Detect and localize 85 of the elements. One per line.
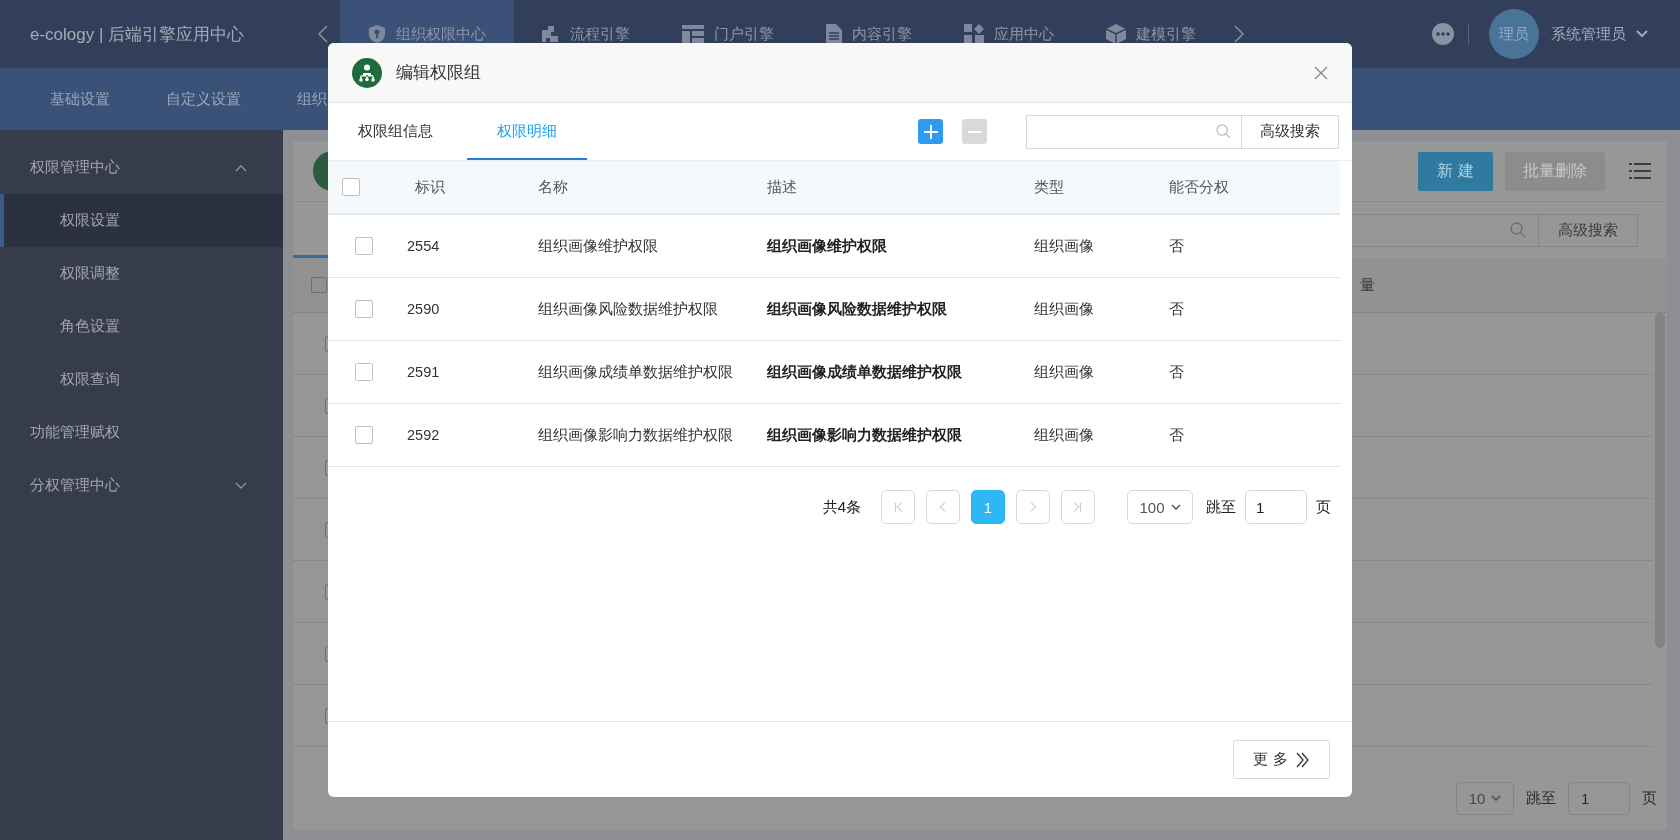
jump-label: 跳至 xyxy=(1526,788,1556,808)
nav-tab[interactable]: 门户引擎 xyxy=(656,0,800,68)
caret-icon[interactable] xyxy=(1636,30,1648,38)
sidebar-item[interactable]: 权限管理中心 xyxy=(0,141,283,194)
sidebar-subitem[interactable]: 权限查询 xyxy=(0,353,283,406)
table-cell: 组织画像 xyxy=(1034,300,1094,317)
caret-icon xyxy=(1491,795,1502,801)
puzzle-icon xyxy=(540,24,560,44)
document-icon xyxy=(826,24,842,44)
checkbox[interactable] xyxy=(355,426,373,444)
dialog-tab[interactable]: 权限组信息 xyxy=(328,103,463,160)
dialog-tab[interactable]: 权限明细 xyxy=(467,103,587,160)
org-chart-icon xyxy=(352,57,382,88)
search-icon xyxy=(1216,124,1231,139)
sidebar-subitem[interactable]: 权限设置 xyxy=(0,194,283,247)
table-cell: 否 xyxy=(1169,237,1184,254)
page-input[interactable]: 1 xyxy=(1568,781,1630,815)
column-header: 能否分权 xyxy=(1169,177,1229,195)
plus-icon xyxy=(923,124,938,139)
table-cell: 组织画像 xyxy=(1034,426,1094,443)
table-cell: 组织画像维护权限 xyxy=(538,237,658,254)
sub-nav-item[interactable]: 自定义设置 xyxy=(166,89,241,109)
checkbox[interactable] xyxy=(342,178,360,196)
checkbox[interactable] xyxy=(355,237,373,255)
list-icon[interactable] xyxy=(1629,162,1651,180)
advanced-search-button[interactable]: 高级搜索 xyxy=(1538,213,1638,247)
total-count: 共4条 xyxy=(822,497,861,517)
app-title: e-cology | 后端引擎应用中心 xyxy=(30,23,246,46)
sub-nav-item[interactable]: 基础设置 xyxy=(50,89,110,109)
nav-tab[interactable]: 内容引擎 xyxy=(800,0,938,68)
sidebar-item[interactable]: 分权管理中心 xyxy=(0,459,283,512)
page-size-select[interactable]: 10 xyxy=(1456,781,1514,815)
nav-tab[interactable]: 应用中心 xyxy=(938,0,1080,68)
table-cell: 组织画像影响力数据维护权限 xyxy=(767,426,962,443)
table-cell: 2590 xyxy=(407,301,440,317)
blocks-icon xyxy=(964,24,984,44)
page-button[interactable]: 1 xyxy=(971,490,1005,524)
column-header: 描述 xyxy=(767,177,797,195)
minus-icon xyxy=(967,130,982,133)
advanced-search-button[interactable]: 高级搜索 xyxy=(1241,114,1339,149)
table-cell: 组织画像影响力数据维护权限 xyxy=(538,426,733,443)
page-unit: 页 xyxy=(1642,788,1657,808)
table-cell: 否 xyxy=(1169,363,1184,380)
checkbox[interactable] xyxy=(311,277,327,293)
column-header: 标识 xyxy=(415,177,445,195)
table-cell: 否 xyxy=(1169,426,1184,443)
nav-tab[interactable]: 流程引擎 xyxy=(514,0,656,68)
sidebar-subitem[interactable]: 权限调整 xyxy=(0,247,283,300)
table-cell: 否 xyxy=(1169,300,1184,317)
table-cell: 组织画像 xyxy=(1034,363,1094,380)
table-cell: 组织画像维护权限 xyxy=(767,237,887,254)
shield-icon xyxy=(368,24,386,44)
column-header: 量 xyxy=(1360,275,1375,295)
sub-nav-item[interactable]: 组织 xyxy=(297,89,327,109)
column-header: 类型 xyxy=(1034,177,1064,195)
more-button[interactable]: 更 多 xyxy=(1233,740,1330,779)
table-cell: 2591 xyxy=(407,364,440,380)
user-avatar[interactable]: 理员 xyxy=(1489,9,1539,59)
page-unit: 页 xyxy=(1316,497,1331,517)
caret-icon xyxy=(1170,504,1181,510)
table-cell: 组织画像风险数据维护权限 xyxy=(538,300,718,317)
double-chevron-icon xyxy=(1295,751,1310,768)
close-icon[interactable] xyxy=(1314,65,1328,80)
jump-label: 跳至 xyxy=(1206,497,1236,517)
layout-icon xyxy=(682,25,704,43)
table-cell: 组织画像成绩单数据维护权限 xyxy=(538,363,733,380)
column-header: 名称 xyxy=(538,177,568,195)
sidebar-item[interactable]: 功能管理赋权 xyxy=(0,406,283,459)
table-cell: 2592 xyxy=(407,427,440,443)
checkbox[interactable] xyxy=(355,300,373,318)
page-size-select[interactable]: 100 xyxy=(1127,490,1193,524)
table-cell: 2554 xyxy=(407,238,440,254)
scroll-left-icon[interactable] xyxy=(318,25,328,43)
add-button[interactable] xyxy=(918,119,943,144)
table-cell: 组织画像风险数据维护权限 xyxy=(767,300,947,317)
table-cell: 组织画像 xyxy=(1034,237,1094,254)
search-icon xyxy=(1510,222,1526,238)
scroll-right-icon[interactable] xyxy=(1234,25,1244,43)
sidebar-subitem[interactable]: 角色设置 xyxy=(0,300,283,353)
table-cell: 组织画像成绩单数据维护权限 xyxy=(767,363,962,380)
toolbar-button[interactable]: 新 建 xyxy=(1418,151,1493,191)
page-input[interactable]: 1 xyxy=(1245,490,1307,524)
user-name[interactable]: 系统管理员 xyxy=(1551,24,1626,44)
more-icon[interactable] xyxy=(1432,23,1454,45)
checkbox[interactable] xyxy=(355,363,373,381)
